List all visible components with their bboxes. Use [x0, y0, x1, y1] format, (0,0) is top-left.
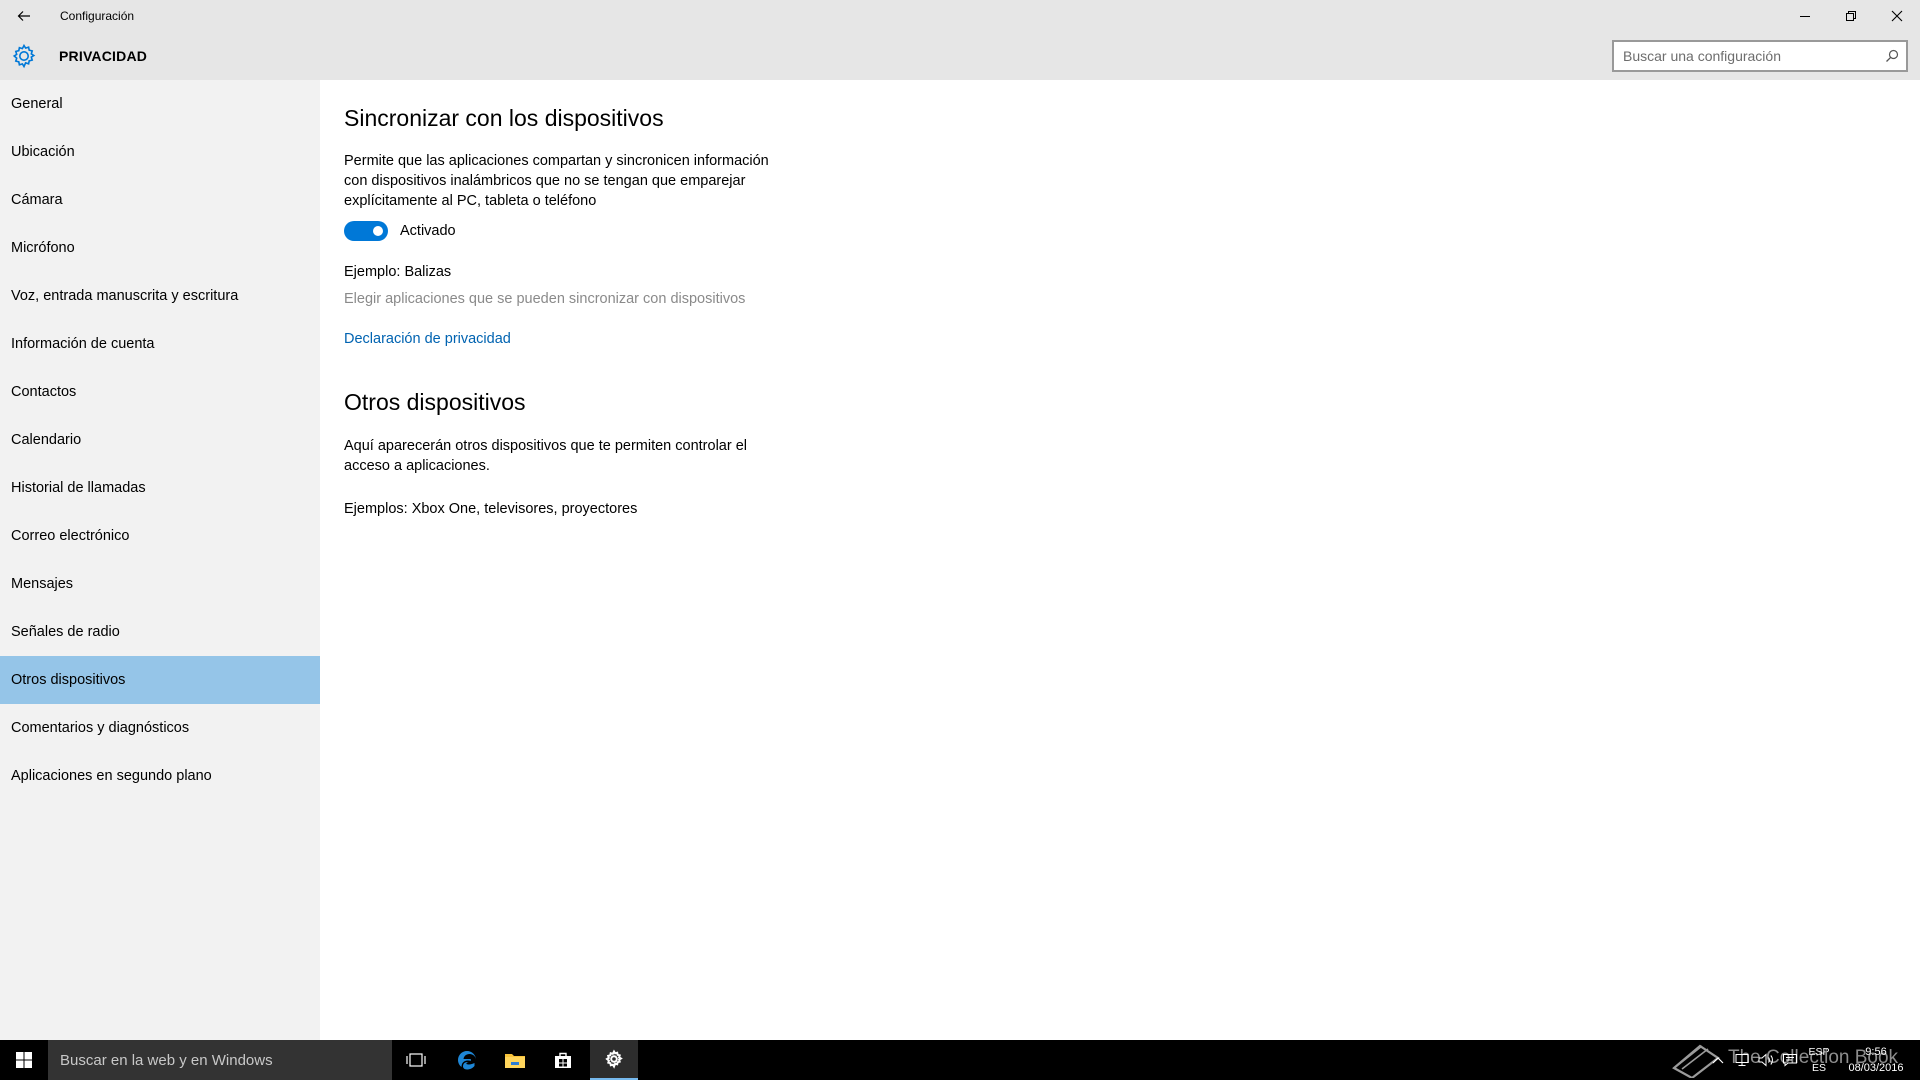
settings-search-input[interactable] — [1614, 42, 1878, 70]
sync-toggle-row: Activado — [344, 220, 456, 242]
network-button[interactable] — [1730, 1040, 1754, 1080]
sidebar: General Ubicación Cámara Micrófono Voz, … — [0, 80, 320, 1040]
gear-icon — [12, 43, 36, 69]
volume-button[interactable] — [1754, 1040, 1778, 1080]
privacy-statement-link[interactable]: Declaración de privacidad — [344, 331, 511, 347]
sidebar-item-microfono[interactable]: Micrófono — [0, 224, 320, 272]
toggle-knob — [373, 226, 383, 236]
sync-toggle-switch[interactable] — [344, 221, 388, 241]
volume-icon — [1758, 1053, 1773, 1067]
task-view-icon — [406, 1053, 426, 1067]
action-center-button[interactable] — [1778, 1040, 1802, 1080]
sidebar-item-contactos[interactable]: Contactos — [0, 368, 320, 416]
other-devices-examples: Ejemplos: Xbox One, televisores, proyect… — [344, 501, 638, 517]
sidebar-item-correo[interactable]: Correo electrónico — [0, 512, 320, 560]
keyboard-layout: ES — [1811, 1062, 1826, 1074]
sync-example: Ejemplo: Balizas — [344, 264, 452, 280]
store-icon — [555, 1052, 571, 1068]
sidebar-item-ubicacion[interactable]: Ubicación — [0, 128, 320, 176]
input-language[interactable]: ESP ES — [1806, 1044, 1832, 1076]
minimize-button[interactable] — [1782, 0, 1828, 32]
close-button[interactable] — [1874, 0, 1920, 32]
settings-icon — [605, 1049, 623, 1069]
sidebar-item-voz[interactable]: Voz, entrada manuscrita y escritura — [0, 272, 320, 320]
sidebar-item-historial-llamadas[interactable]: Historial de llamadas — [0, 464, 320, 512]
app-title: Configuración — [60, 9, 135, 23]
sidebar-item-general[interactable]: General — [0, 80, 320, 128]
choose-apps-text: Elegir aplicaciones que se pueden sincro… — [344, 291, 746, 307]
file-explorer-button[interactable] — [491, 1040, 539, 1080]
back-arrow-icon — [17, 11, 30, 21]
main-content: Sincronizar con los dispositivos Permite… — [320, 80, 1920, 1040]
sync-heading: Sincronizar con los dispositivos — [344, 105, 664, 131]
sync-description: Permite que las aplicaciones compartan y… — [344, 153, 769, 209]
other-devices-description: Aquí aparecerán otros dispositivos que t… — [344, 438, 747, 474]
search-icon[interactable] — [1878, 42, 1906, 70]
file-explorer-icon — [505, 1054, 525, 1068]
clock-time: 9:56 — [1865, 1046, 1887, 1058]
sidebar-item-otros-dispositivos[interactable]: Otros dispositivos — [0, 656, 320, 704]
clock-date: 08/03/2016 — [1848, 1062, 1904, 1074]
edge-button[interactable] — [443, 1040, 491, 1080]
taskbar: The Collection Book ESP ES 9:56 08/03/20… — [0, 1040, 1920, 1080]
network-icon — [1735, 1054, 1749, 1066]
settings-taskbar-button[interactable] — [590, 1040, 638, 1080]
minimize-icon — [1800, 16, 1810, 17]
sidebar-item-calendario[interactable]: Calendario — [0, 416, 320, 464]
windows-logo-icon — [16, 1052, 32, 1068]
section-title: PRIVACIDAD — [59, 48, 148, 64]
taskbar-search-input[interactable] — [48, 1040, 392, 1080]
sidebar-item-mensajes[interactable]: Mensajes — [0, 560, 320, 608]
chevron-up-icon — [1712, 1057, 1724, 1064]
other-devices-heading: Otros dispositivos — [344, 389, 526, 415]
restore-button[interactable] — [1828, 0, 1874, 32]
store-button[interactable] — [539, 1040, 587, 1080]
back-button[interactable] — [0, 0, 48, 32]
title-bar: Configuración — [0, 0, 1920, 32]
sidebar-item-aplicaciones-segundo-plano[interactable]: Aplicaciones en segundo plano — [0, 752, 320, 800]
task-view-button[interactable] — [392, 1040, 440, 1080]
sidebar-item-camara[interactable]: Cámara — [0, 176, 320, 224]
edge-icon — [458, 1051, 476, 1070]
taskbar-search-box[interactable] — [48, 1040, 392, 1080]
settings-search-box[interactable] — [1612, 40, 1908, 72]
language-code: ESP — [1808, 1046, 1830, 1058]
restore-icon — [1846, 11, 1856, 21]
settings-header: PRIVACIDAD — [0, 32, 1920, 80]
sidebar-item-informacion-cuenta[interactable]: Información de cuenta — [0, 320, 320, 368]
sidebar-item-senales-radio[interactable]: Señales de radio — [0, 608, 320, 656]
close-icon — [1891, 10, 1903, 22]
sync-toggle-state: Activado — [400, 223, 456, 239]
show-hidden-icons-button[interactable] — [1706, 1040, 1730, 1080]
sidebar-item-comentarios[interactable]: Comentarios y diagnósticos — [0, 704, 320, 752]
start-button[interactable] — [0, 1040, 48, 1080]
clock[interactable]: 9:56 08/03/2016 — [1838, 1044, 1914, 1076]
action-center-icon — [1783, 1054, 1797, 1067]
